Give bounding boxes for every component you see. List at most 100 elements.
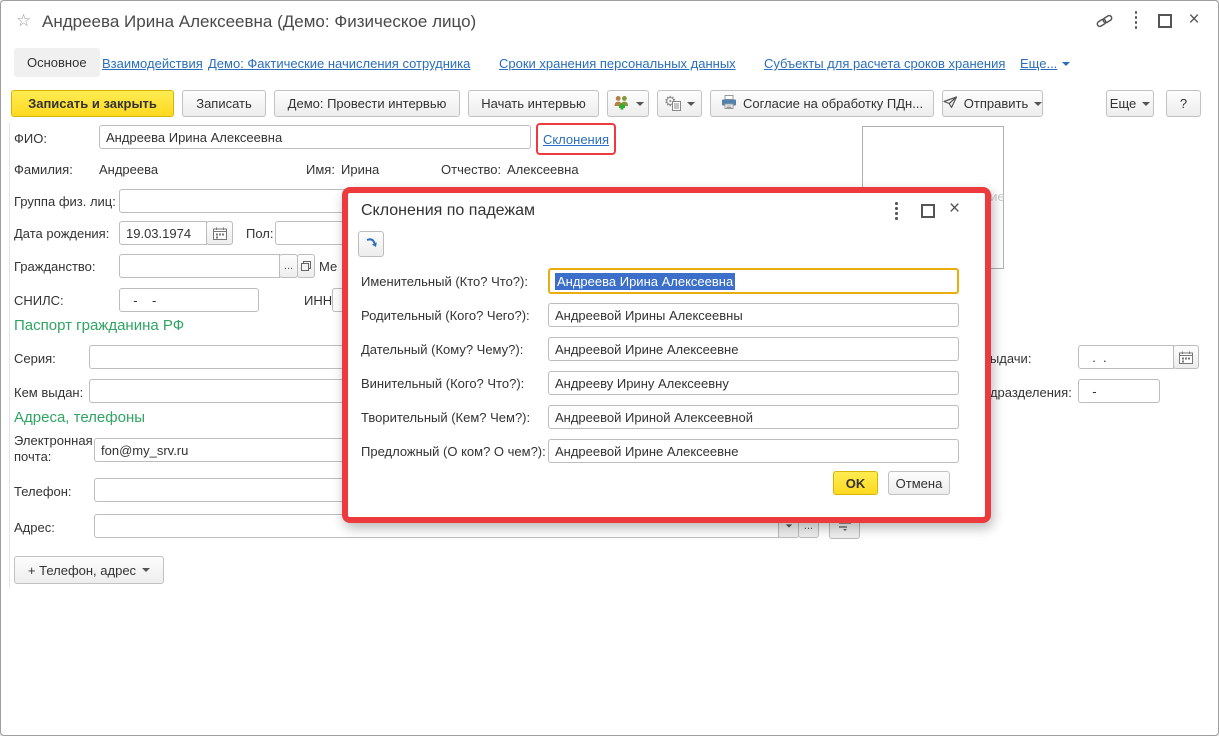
close-icon[interactable]: × bbox=[1185, 9, 1203, 29]
save-button[interactable]: Записать bbox=[182, 90, 266, 117]
snils-label: СНИЛС: bbox=[14, 293, 64, 308]
refresh-declensions-icon bbox=[364, 237, 379, 252]
consent-print-button[interactable]: Согласие на обработку ПДн... bbox=[710, 90, 934, 117]
modal-maximize-icon[interactable] bbox=[921, 204, 935, 223]
toolbar-more-button[interactable]: Еще bbox=[1106, 90, 1154, 117]
window-menu-kebab-icon[interactable] bbox=[1132, 11, 1140, 31]
lastname-value: Андреева bbox=[99, 162, 158, 177]
send-button-label: Отправить bbox=[964, 96, 1028, 111]
case-input-instrumental[interactable] bbox=[548, 405, 959, 429]
demo-interview-button[interactable]: Демо: Провести интервью bbox=[274, 90, 460, 117]
case-label-genitive: Родительный (Кого? Чего?): bbox=[361, 308, 530, 323]
calendar-icon bbox=[213, 227, 227, 240]
favorite-star-icon[interactable]: ☆ bbox=[16, 11, 31, 31]
tab-link-interactions[interactable]: Взаимодействия bbox=[102, 56, 203, 71]
lastname-label: Фамилия: bbox=[14, 162, 73, 177]
open-form-icon bbox=[301, 261, 311, 271]
firstname-label: Имя: bbox=[306, 162, 335, 177]
case-label-prepositional: Предложный (О ком? О чем?): bbox=[361, 444, 546, 459]
case-input-accusative[interactable] bbox=[548, 371, 959, 395]
case-input-prepositional[interactable] bbox=[548, 439, 959, 463]
case-label-dative: Дательный (Кому? Чему?): bbox=[361, 342, 523, 357]
issue-date-input[interactable] bbox=[1078, 345, 1174, 369]
citizenship-open-button[interactable] bbox=[297, 254, 315, 278]
create-based-on-button[interactable] bbox=[607, 90, 649, 117]
calendar-icon bbox=[1179, 351, 1193, 364]
department-code-input[interactable] bbox=[1078, 379, 1160, 403]
birthplace-label-fragment: Ме bbox=[319, 259, 337, 274]
declensions-link[interactable]: Склонения bbox=[543, 132, 609, 147]
issue-date-calendar-button[interactable] bbox=[1173, 345, 1199, 369]
group-label: Группа физ. лиц: bbox=[14, 194, 116, 209]
fio-label: ФИО: bbox=[14, 131, 47, 146]
modal-refresh-button[interactable] bbox=[358, 231, 384, 257]
gear-document-icon: ⚙ bbox=[664, 96, 681, 111]
case-input-genitive[interactable] bbox=[548, 303, 959, 327]
addresses-section-header: Адреса, телефоны bbox=[14, 409, 145, 426]
citizenship-label: Гражданство: bbox=[14, 259, 96, 274]
tab-link-demo-accruals[interactable]: Демо: Фактические начисления сотрудника bbox=[208, 56, 470, 71]
declensions-highlight-box: Склонения bbox=[536, 123, 616, 155]
chevron-down-icon bbox=[1034, 102, 1042, 106]
add-phone-address-button[interactable]: + Телефон, адрес bbox=[14, 556, 164, 584]
phone-label: Телефон: bbox=[14, 484, 72, 499]
chevron-down-icon bbox=[1142, 102, 1150, 106]
modal-close-icon[interactable]: × bbox=[949, 199, 960, 218]
chevron-down-icon bbox=[142, 568, 150, 572]
fio-input[interactable] bbox=[99, 125, 531, 149]
printer-icon bbox=[721, 95, 737, 112]
copy-link-icon[interactable] bbox=[1094, 12, 1114, 30]
case-input-nominative[interactable]: Андреева Ирина Алексеевна bbox=[548, 268, 959, 294]
start-interview-button[interactable]: Начать интервью bbox=[468, 90, 599, 117]
chevron-down-icon bbox=[1062, 62, 1070, 66]
birthdate-input[interactable] bbox=[119, 221, 207, 245]
templates-button[interactable]: ⚙ bbox=[657, 90, 702, 117]
case-label-accusative: Винительный (Кого? Что?): bbox=[361, 376, 524, 391]
middlename-label: Отчество: bbox=[441, 162, 501, 177]
citizenship-input[interactable] bbox=[119, 254, 280, 278]
tab-main[interactable]: Основное bbox=[14, 48, 100, 77]
address-label: Адрес: bbox=[14, 520, 55, 535]
case-input-dative[interactable] bbox=[548, 337, 959, 361]
selected-text: Андреева Ирина Алексеевна bbox=[555, 273, 735, 290]
save-and-close-button[interactable]: Записать и закрыть bbox=[11, 90, 174, 117]
modal-kebab-icon[interactable] bbox=[895, 202, 898, 227]
add-person-icon bbox=[613, 95, 630, 113]
inn-label: ИНН: bbox=[304, 293, 336, 308]
birthdate-calendar-button[interactable] bbox=[206, 221, 233, 245]
add-phone-address-label: + Телефон, адрес bbox=[28, 563, 136, 578]
series-label: Серия: bbox=[14, 351, 56, 366]
help-button[interactable]: ? bbox=[1166, 90, 1201, 117]
consent-button-label: Согласие на обработку ПДн... bbox=[743, 96, 923, 111]
send-button[interactable]: Отправить bbox=[942, 90, 1043, 117]
email-label: Электронная почта: bbox=[14, 433, 94, 466]
chevron-down-icon bbox=[636, 102, 644, 106]
app-window: ☆ Андреева Ирина Алексеевна (Демо: Физич… bbox=[0, 0, 1219, 736]
send-plane-icon bbox=[943, 96, 958, 112]
citizenship-choose-button[interactable]: ... bbox=[279, 254, 298, 278]
tab-link-retention-periods[interactable]: Сроки хранения персональных данных bbox=[499, 56, 736, 71]
passport-section-header: Паспорт гражданина РФ bbox=[14, 317, 184, 334]
case-label-nominative: Именительный (Кто? Что?): bbox=[361, 274, 528, 289]
page-title: Андреева Ирина Алексеевна (Демо: Физичес… bbox=[42, 12, 476, 32]
chevron-down-icon bbox=[687, 102, 695, 106]
middlename-value: Алексеевна bbox=[507, 162, 579, 177]
more-button-label: Еще bbox=[1110, 96, 1136, 111]
maximize-icon[interactable] bbox=[1157, 13, 1173, 29]
modal-title: Склонения по падежам bbox=[361, 202, 535, 220]
gender-label: Пол: bbox=[246, 226, 274, 241]
declensions-modal: Склонения по падежам × Именительный (Кто… bbox=[342, 187, 991, 523]
tabs-more-menu[interactable]: Еще... bbox=[1020, 56, 1070, 71]
department-code-label-fragment: одразделения: bbox=[983, 385, 1072, 400]
modal-cancel-button[interactable]: Отмена bbox=[888, 471, 950, 495]
case-label-instrumental: Творительный (Кем? Чем?): bbox=[361, 410, 530, 425]
modal-ok-button[interactable]: OK bbox=[833, 471, 878, 495]
birthdate-label: Дата рождения: bbox=[14, 226, 109, 241]
issued-by-label: Кем выдан: bbox=[14, 385, 83, 400]
chevron-down-icon bbox=[785, 524, 791, 527]
tabs-more-label: Еще... bbox=[1020, 56, 1057, 71]
snils-input[interactable] bbox=[119, 288, 259, 312]
tab-link-retention-subjects[interactable]: Субъекты для расчета сроков хранения bbox=[764, 56, 1005, 71]
firstname-value: Ирина bbox=[341, 162, 379, 177]
form-left-divider bbox=[9, 123, 10, 588]
